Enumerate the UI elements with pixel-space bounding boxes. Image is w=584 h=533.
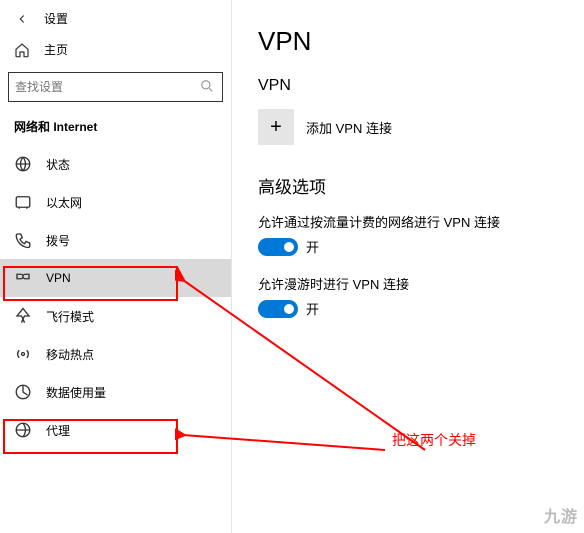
search-icon	[200, 79, 216, 95]
plus-icon: +	[270, 116, 282, 139]
nav-label: 代理	[46, 422, 70, 439]
nav-item-hotspot[interactable]: 移动热点	[0, 335, 231, 373]
toggle-state: 开	[306, 299, 319, 318]
dialup-icon	[14, 231, 32, 249]
watermark: 九游	[544, 503, 578, 527]
toggle-state: 开	[306, 237, 319, 256]
nav-label: 状态	[46, 156, 70, 173]
search-input[interactable]	[15, 80, 200, 94]
search-box[interactable]	[8, 72, 223, 102]
nav-list: 状态 以太网 拨号 VPN 飞行模式 移动热点	[0, 145, 231, 449]
option-label: 允许通过按流量计费的网络进行 VPN 连接	[258, 212, 584, 231]
add-vpn-label: 添加 VPN 连接	[306, 118, 392, 137]
section-vpn: VPN	[258, 77, 584, 95]
nav-item-dialup[interactable]: 拨号	[0, 221, 231, 259]
home-icon	[14, 42, 30, 58]
vpn-icon	[14, 269, 32, 287]
nav-label: VPN	[46, 271, 71, 285]
home-button[interactable]: 主页	[0, 33, 231, 66]
nav-label: 以太网	[46, 194, 82, 211]
nav-item-proxy[interactable]: 代理	[0, 411, 231, 449]
page-title: VPN	[258, 26, 584, 57]
add-vpn-button[interactable]: +	[258, 109, 294, 145]
nav-label: 数据使用量	[46, 384, 106, 401]
main-content: VPN VPN + 添加 VPN 连接 高级选项 允许通过按流量计费的网络进行 …	[232, 0, 584, 533]
nav-item-status[interactable]: 状态	[0, 145, 231, 183]
category-header: 网络和 Internet	[0, 112, 231, 145]
option-metered: 允许通过按流量计费的网络进行 VPN 连接 开	[258, 212, 584, 256]
annotation-text: 把这两个关掉	[392, 430, 476, 450]
airplane-icon	[14, 307, 32, 325]
nav-item-vpn[interactable]: VPN	[0, 259, 231, 297]
titlebar: 设置	[0, 0, 231, 33]
toggle-roaming[interactable]	[258, 300, 298, 318]
nav-item-datausage[interactable]: 数据使用量	[0, 373, 231, 411]
option-roaming: 允许漫游时进行 VPN 连接 开	[258, 274, 584, 318]
status-icon	[14, 155, 32, 173]
home-label: 主页	[44, 41, 68, 58]
nav-item-airplane[interactable]: 飞行模式	[0, 297, 231, 335]
nav-label: 移动热点	[46, 346, 94, 363]
nav-item-ethernet[interactable]: 以太网	[0, 183, 231, 221]
nav-label: 飞行模式	[46, 308, 94, 325]
nav-label: 拨号	[46, 232, 70, 249]
add-vpn-row[interactable]: + 添加 VPN 连接	[258, 109, 584, 145]
toggle-metered[interactable]	[258, 238, 298, 256]
settings-title: 设置	[44, 10, 68, 27]
proxy-icon	[14, 421, 32, 439]
back-icon[interactable]	[14, 11, 30, 27]
option-label: 允许漫游时进行 VPN 连接	[258, 274, 584, 293]
advanced-title: 高级选项	[258, 173, 584, 198]
hotspot-icon	[14, 345, 32, 363]
ethernet-icon	[14, 193, 32, 211]
datausage-icon	[14, 383, 32, 401]
sidebar: 设置 主页 网络和 Internet 状态 以太网	[0, 0, 232, 533]
